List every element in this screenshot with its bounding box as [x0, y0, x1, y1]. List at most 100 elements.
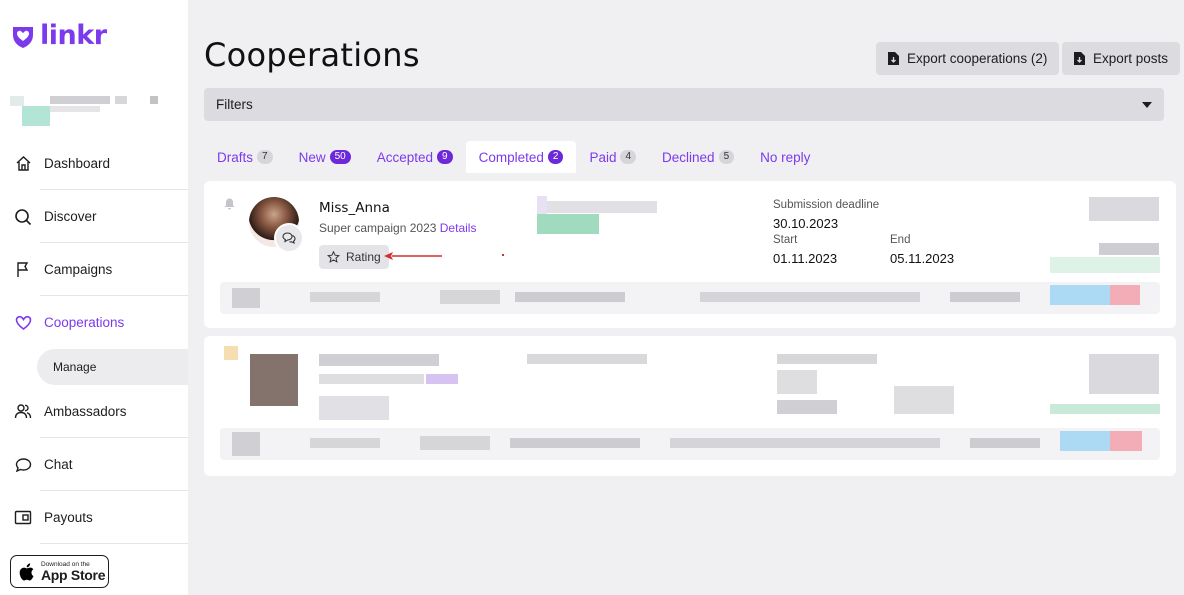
sidebar-item-label: Ambassadors	[44, 404, 127, 419]
blurred-block	[1099, 243, 1159, 255]
blurred-block	[527, 354, 647, 364]
bell-icon[interactable]	[224, 198, 235, 210]
caret-down-icon	[1142, 101, 1152, 108]
app-store-badge[interactable]: Download on the App Store	[10, 555, 109, 588]
star-icon	[327, 251, 340, 263]
logo[interactable]: linkr	[10, 20, 107, 51]
export-posts-label: Export posts	[1093, 51, 1169, 66]
tab-label: Drafts	[217, 149, 254, 165]
apple-icon	[19, 562, 34, 581]
export-cooperations-label: Export cooperations (2)	[907, 51, 1048, 66]
sidebar-item-label: Chat	[44, 457, 73, 472]
sidebar-item-label: Campaigns	[44, 262, 113, 277]
submission-deadline-value: 30.10.2023	[773, 216, 839, 231]
profile-block[interactable]	[10, 92, 160, 128]
home-icon	[14, 155, 32, 173]
blurred-block	[547, 201, 657, 213]
tab-completed[interactable]: Completed 2	[465, 141, 577, 173]
status-tabs: Drafts 7 New 50 Accepted 9 Completed 2 P…	[204, 141, 823, 173]
blurred-block	[777, 370, 817, 394]
chat-icon	[14, 456, 32, 474]
sidebar-subitem-label: Manage	[53, 360, 97, 374]
tab-count-badge: 2	[547, 150, 564, 164]
submission-deadline-label: Submission deadline	[773, 199, 880, 211]
file-download-icon	[888, 52, 899, 65]
blurred-metrics-row	[220, 282, 1160, 314]
sidebar-item-dashboard[interactable]: Dashboard	[0, 137, 188, 190]
blurred-block	[894, 386, 954, 414]
heart-icon	[14, 314, 32, 332]
blurred-block	[426, 374, 458, 384]
filters-label: Filters	[216, 97, 253, 112]
sidebar: linkr Dashboard Discover Campaigns Coope…	[0, 0, 188, 595]
sidebar-item-payouts[interactable]: Payouts	[0, 491, 188, 544]
logo-text: linkr	[40, 20, 107, 51]
filters-dropdown[interactable]: Filters	[204, 88, 1164, 121]
tab-label: Accepted	[376, 149, 434, 165]
file-download-icon	[1074, 52, 1085, 65]
tab-accepted[interactable]: Accepted 9	[364, 141, 466, 173]
blurred-block	[1089, 354, 1159, 394]
export-posts-button[interactable]: Export posts	[1062, 42, 1181, 75]
chat-bubbles-icon	[282, 232, 296, 244]
tab-paid[interactable]: Paid 4	[576, 141, 649, 173]
sidebar-subitem-manage[interactable]: Manage	[37, 349, 188, 385]
tab-label: New	[298, 149, 326, 165]
blurred-block	[1050, 404, 1160, 414]
search-icon	[14, 208, 32, 226]
blurred-block	[777, 354, 877, 364]
main-content: Cooperations Export cooperations (2) Exp…	[188, 0, 1184, 595]
start-label: Start	[773, 234, 798, 246]
rating-button[interactable]: Rating	[319, 245, 389, 269]
annotation-dot	[502, 254, 504, 256]
tab-label: Declined	[662, 149, 715, 165]
annotation-arrow-icon	[384, 252, 442, 260]
flag-icon	[14, 261, 32, 279]
app-store-big-text: App Store	[41, 566, 106, 583]
tab-count-badge: 5	[718, 150, 735, 164]
tab-count-badge: 4	[620, 150, 637, 164]
chat-button[interactable]	[274, 223, 304, 253]
sidebar-nav: Dashboard Discover Campaigns Cooperation…	[0, 137, 188, 544]
blurred-block	[1089, 197, 1159, 221]
sidebar-item-label: Payouts	[44, 510, 93, 525]
blurred-metrics-row	[220, 428, 1160, 460]
campaign-name: Super campaign 2023	[319, 221, 437, 235]
blurred-block	[537, 214, 599, 234]
campaign-line: Super campaign 2023 Details	[319, 221, 476, 235]
blurred-block	[777, 400, 837, 414]
sidebar-item-label: Dashboard	[44, 156, 111, 171]
tab-count-badge: 9	[437, 150, 453, 164]
end-label: End	[890, 234, 911, 246]
export-cooperations-button[interactable]: Export cooperations (2)	[876, 42, 1060, 75]
page-title: Cooperations	[204, 36, 420, 74]
blurred-block	[319, 354, 439, 366]
tab-label: Paid	[589, 149, 617, 165]
tab-count-badge: 7	[257, 150, 273, 164]
sidebar-item-campaigns[interactable]: Campaigns	[0, 243, 188, 296]
cooperation-card[interactable]: Miss_Anna Super campaign 2023 Details Ra…	[204, 181, 1176, 328]
sidebar-item-chat[interactable]: Chat	[0, 438, 188, 491]
tab-label: Completed	[478, 149, 544, 165]
blurred-block	[319, 396, 389, 420]
tab-declined[interactable]: Declined 5	[649, 141, 747, 173]
influencer-name[interactable]: Miss_Anna	[319, 200, 390, 216]
end-value: 05.11.2023	[890, 251, 955, 266]
sidebar-item-ambassadors[interactable]: Ambassadors	[0, 385, 188, 438]
tab-no-reply[interactable]: No reply	[747, 141, 823, 173]
rating-label: Rating	[346, 250, 381, 264]
heart-shield-icon	[13, 26, 33, 48]
sidebar-item-label: Discover	[44, 209, 97, 224]
blurred-avatar	[250, 354, 298, 406]
cooperation-card[interactable]	[204, 336, 1176, 476]
details-link[interactable]: Details	[440, 221, 477, 235]
sidebar-item-label: Cooperations	[44, 315, 125, 330]
users-icon	[14, 403, 32, 421]
sidebar-item-cooperations[interactable]: Cooperations	[0, 296, 188, 349]
blurred-block	[537, 196, 547, 214]
blurred-block	[1050, 257, 1160, 273]
sidebar-item-discover[interactable]: Discover	[0, 190, 188, 243]
tab-drafts[interactable]: Drafts 7	[204, 141, 286, 173]
wallet-icon	[14, 509, 32, 527]
tab-new[interactable]: New 50	[286, 141, 364, 173]
